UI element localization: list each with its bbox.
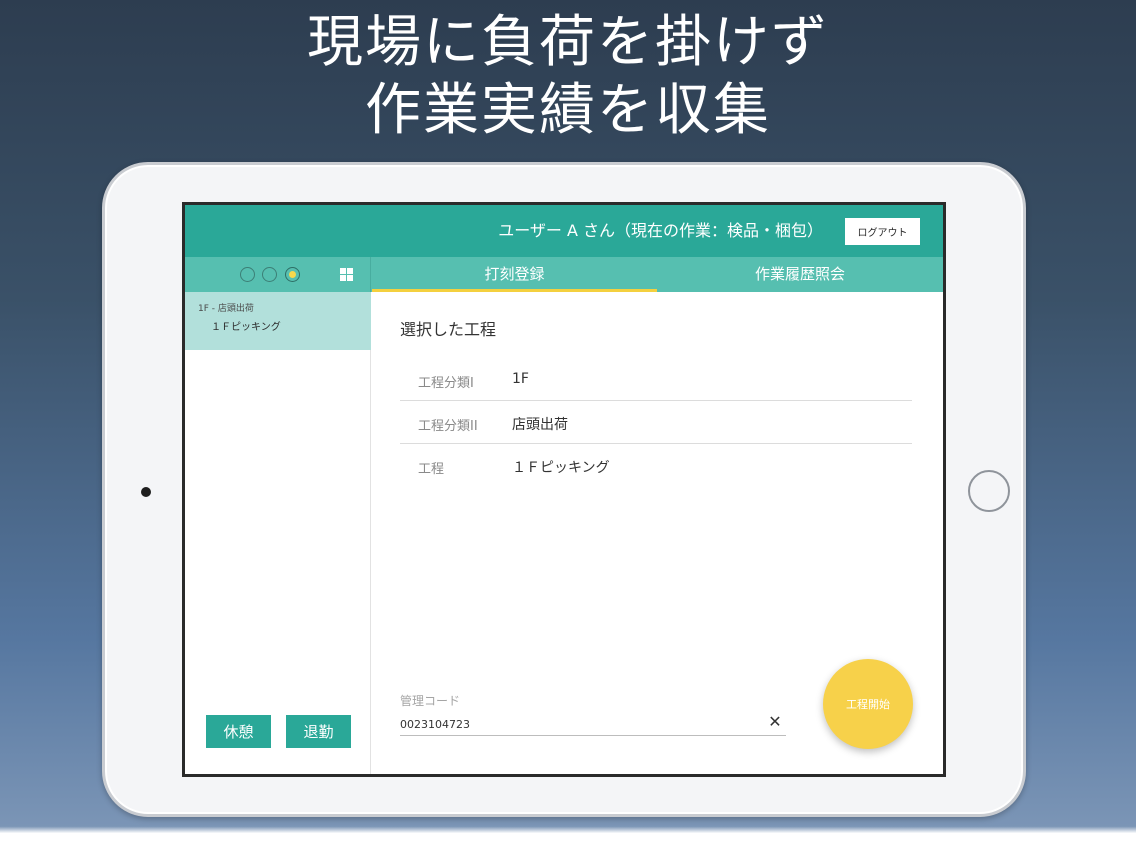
field-row-process: 工程 １Ｆピッキング bbox=[400, 444, 912, 487]
user-status-text: ユーザー A さん（現在の作業：検品・梱包） bbox=[498, 221, 823, 240]
sidebar-item-name: １Ｆピッキング bbox=[211, 322, 281, 333]
top-bar: ユーザー A さん（現在の作業：検品・梱包） ログアウト bbox=[185, 205, 943, 257]
field-label: 工程分類I bbox=[418, 376, 474, 391]
sidebar-item-process[interactable]: 1F - 店頭出荷 １Ｆピッキング bbox=[185, 292, 371, 350]
field-value: 店頭出荷 bbox=[512, 417, 568, 433]
main-panel: 選択した工程 工程分類I 1F 工程分類II 店頭出荷 工程 １Ｆピッキング 管… bbox=[372, 292, 943, 774]
field-value: 1F bbox=[512, 371, 529, 387]
start-process-button[interactable]: 工程開始 bbox=[823, 659, 913, 749]
close-icon[interactable]: ✕ bbox=[768, 714, 782, 730]
section-title: 選択した工程 bbox=[400, 320, 497, 339]
field-label: 工程分類II bbox=[418, 419, 478, 434]
page-indicator-dot-3-active[interactable] bbox=[285, 267, 300, 282]
grid-view-icon[interactable] bbox=[340, 268, 353, 281]
field-row-category-1: 工程分類I 1F bbox=[400, 358, 912, 401]
page-indicator-dot-2[interactable] bbox=[262, 267, 277, 282]
field-row-category-2: 工程分類II 店頭出荷 bbox=[400, 401, 912, 444]
sidebar: 1F - 店頭出荷 １Ｆピッキング 休憩 退勤 bbox=[185, 292, 371, 774]
sidebar-item-category: 1F - 店頭出荷 bbox=[198, 304, 254, 314]
app-screen: ユーザー A さん（現在の作業：検品・梱包） ログアウト 打刻登録 作業履歴照会… bbox=[182, 202, 946, 777]
tab-clock-in[interactable]: 打刻登録 bbox=[372, 257, 657, 292]
page-indicator-dot-1[interactable] bbox=[240, 267, 255, 282]
camera-dot bbox=[141, 487, 151, 497]
headline-line-2: 作業実績を収集 bbox=[365, 78, 771, 143]
logout-button[interactable]: ログアウト bbox=[845, 218, 920, 245]
home-button[interactable] bbox=[968, 470, 1010, 512]
field-value: １Ｆピッキング bbox=[512, 460, 610, 476]
tab-bar: 打刻登録 作業履歴照会 bbox=[185, 257, 943, 292]
break-button[interactable]: 休憩 bbox=[206, 715, 271, 748]
management-code-label: 管理コード bbox=[400, 694, 461, 708]
management-code-input[interactable] bbox=[400, 714, 786, 736]
field-label: 工程 bbox=[418, 462, 445, 477]
leave-button[interactable]: 退勤 bbox=[286, 715, 351, 748]
headline-line-1: 現場に負荷を掛けず bbox=[307, 10, 829, 75]
sidebar-toolbar bbox=[185, 257, 371, 292]
tab-history[interactable]: 作業履歴照会 bbox=[657, 257, 943, 292]
